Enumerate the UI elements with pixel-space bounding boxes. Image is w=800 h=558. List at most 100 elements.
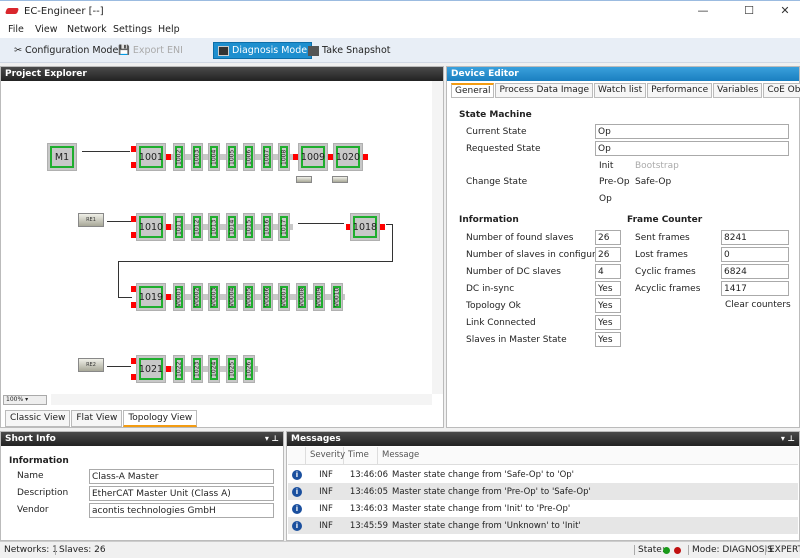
slave-node[interactable]: 1013 bbox=[208, 213, 220, 241]
zoom-select[interactable]: 100% ▾ bbox=[3, 395, 47, 405]
short-info-header: Short Info ▾ ⊥ bbox=[1, 432, 283, 446]
junction-node[interactable]: RE1 bbox=[78, 213, 104, 227]
preop-button[interactable]: Pre-Op bbox=[599, 177, 630, 187]
slave-node[interactable]: 1002 bbox=[173, 143, 185, 171]
short-info-label: Name bbox=[17, 471, 44, 481]
junction-node bbox=[332, 176, 348, 183]
severity-column-header[interactable]: Severity bbox=[306, 447, 345, 464]
menu-settings[interactable]: Settings bbox=[113, 24, 152, 35]
monitor-icon bbox=[218, 45, 229, 56]
pin-icon[interactable]: ▾ ⊥ bbox=[781, 433, 795, 445]
export-eni-button[interactable]: 💾 Export ENI bbox=[114, 42, 187, 59]
port-icon bbox=[131, 216, 136, 222]
topology-canvas[interactable]: M1 1001 1002 1003 1004 1005 1006 1007 1008 1009 10… bbox=[2, 81, 432, 394]
message-row[interactable]: i INF 13:46:05 Master state change from 'Pr… bbox=[288, 483, 798, 500]
message-row[interactable]: i INF 13:46:03 Master state change from 'In… bbox=[288, 500, 798, 517]
slave-node[interactable]: 1015 bbox=[243, 213, 255, 241]
messages-header: Messages ▾ ⊥ bbox=[287, 432, 799, 446]
slave-label: 1002 bbox=[175, 146, 183, 168]
clear-counters-button[interactable]: Clear counters bbox=[725, 300, 791, 310]
menu-help[interactable]: Help bbox=[158, 24, 180, 35]
view-tabs: Classic View Flat View Topology View bbox=[5, 410, 198, 427]
slave-node[interactable]: V0009 bbox=[313, 283, 325, 311]
port-icon bbox=[166, 366, 171, 372]
slave-node[interactable]: 1021 bbox=[136, 355, 166, 383]
slave-node[interactable]: 1009 bbox=[298, 143, 328, 171]
slave-node[interactable]: V0003 bbox=[208, 283, 220, 311]
slave-node[interactable]: 1012 bbox=[190, 213, 203, 241]
slave-node[interactable]: 1016 bbox=[260, 213, 273, 241]
slave-node[interactable]: V0007 bbox=[278, 283, 290, 311]
slave-node[interactable]: 1011 bbox=[173, 213, 185, 241]
menu-file[interactable]: File bbox=[8, 24, 24, 35]
op-button[interactable]: Op bbox=[599, 194, 612, 204]
pin-icon[interactable]: ▾ ⊥ bbox=[265, 433, 279, 445]
slave-node[interactable]: 1010 bbox=[136, 213, 166, 241]
time-column-header[interactable]: Time bbox=[344, 447, 378, 464]
close-button[interactable]: ✕ bbox=[770, 4, 800, 20]
port-icon bbox=[131, 358, 136, 364]
connection-line bbox=[118, 297, 132, 298]
take-snapshot-button[interactable]: Take Snapshot bbox=[304, 42, 395, 59]
port-icon bbox=[131, 162, 136, 168]
init-button[interactable]: Init bbox=[599, 161, 613, 171]
slave-node[interactable]: 1008 bbox=[278, 143, 290, 171]
vertical-scrollbar[interactable] bbox=[432, 81, 443, 394]
bootstrap-button[interactable]: Bootstrap bbox=[635, 161, 679, 171]
slave-node[interactable]: 1026 bbox=[243, 355, 255, 383]
slave-node[interactable]: V0008 bbox=[295, 283, 308, 311]
slave-node[interactable]: 1007 bbox=[260, 143, 273, 171]
maximize-button[interactable]: ☐ bbox=[734, 4, 764, 20]
minimize-button[interactable]: — bbox=[688, 4, 718, 20]
slave-node[interactable]: V0001 bbox=[173, 283, 185, 311]
slave-node[interactable]: V0004 bbox=[225, 283, 238, 311]
tab-watch-list[interactable]: Watch list bbox=[594, 83, 647, 98]
safeop-button[interactable]: Safe-Op bbox=[635, 177, 671, 187]
menu-view[interactable]: View bbox=[35, 24, 58, 35]
tab-classic-view[interactable]: Classic View bbox=[5, 410, 71, 427]
slave-node[interactable]: 1004 bbox=[208, 143, 220, 171]
configuration-mode-button[interactable]: ✂ Configuration Mode bbox=[10, 42, 122, 59]
slave-node[interactable]: 1019 bbox=[136, 283, 166, 311]
slave-node[interactable]: V0010 bbox=[330, 283, 343, 311]
slave-node[interactable]: 1025 bbox=[225, 355, 238, 383]
slave-node[interactable]: 1022 bbox=[173, 355, 185, 383]
message-text: Master state change from 'Safe-Op' to 'O… bbox=[392, 469, 575, 480]
slave-node[interactable]: V0006 bbox=[260, 283, 273, 311]
junction-node[interactable]: RE2 bbox=[78, 358, 104, 372]
status-bar: Networks: 1 Slaves: 26 State: Mode: DIAG… bbox=[0, 541, 800, 558]
message-row[interactable]: i INF 13:46:06 Master state change from 'Sa… bbox=[288, 466, 798, 483]
info-value-field: 26 bbox=[595, 230, 621, 245]
slave-node[interactable]: 1001 bbox=[136, 143, 166, 171]
tab-flat-view[interactable]: Flat View bbox=[71, 410, 123, 427]
slave-node[interactable]: 1003 bbox=[190, 143, 203, 171]
menu-network[interactable]: Network bbox=[67, 24, 107, 35]
tab-topology-view[interactable]: Topology View bbox=[123, 410, 198, 427]
current-state-field: Op bbox=[595, 124, 789, 139]
slave-node[interactable]: 1017 bbox=[278, 213, 290, 241]
diagnosis-mode-button[interactable]: Diagnosis Mode bbox=[213, 42, 313, 59]
tab-performance[interactable]: Performance bbox=[647, 83, 713, 98]
slave-node[interactable]: 1020 bbox=[333, 143, 363, 171]
tab-variables[interactable]: Variables bbox=[713, 83, 763, 98]
master-node[interactable]: M1 bbox=[47, 143, 77, 171]
app-logo-icon bbox=[4, 8, 20, 14]
slave-node[interactable]: 1023 bbox=[190, 355, 203, 383]
slave-node[interactable]: V0002 bbox=[190, 283, 203, 311]
message-text: Master state change from 'Pre-Op' to 'Sa… bbox=[392, 486, 591, 497]
horizontal-scrollbar[interactable] bbox=[51, 394, 432, 405]
slave-node[interactable]: 1018 bbox=[350, 213, 380, 241]
slave-node[interactable]: V0005 bbox=[243, 283, 255, 311]
slave-node[interactable]: 1005 bbox=[225, 143, 238, 171]
tab-coe-object-dictionary[interactable]: CoE Object-D bbox=[763, 83, 800, 98]
message-row[interactable]: i INF 13:45:59 Master state change from 'Un… bbox=[288, 517, 798, 534]
tab-general[interactable]: General bbox=[451, 83, 495, 98]
requested-state-field: Op bbox=[595, 141, 789, 156]
slave-node[interactable]: 1006 bbox=[243, 143, 255, 171]
slave-node[interactable]: 1024 bbox=[208, 355, 220, 383]
message-column-header[interactable]: Message bbox=[378, 447, 798, 464]
slave-label: V0007 bbox=[280, 286, 288, 308]
tab-process-data-image[interactable]: Process Data Image bbox=[495, 83, 594, 98]
slave-label: V0002 bbox=[192, 286, 201, 308]
slave-node[interactable]: 1014 bbox=[225, 213, 238, 241]
